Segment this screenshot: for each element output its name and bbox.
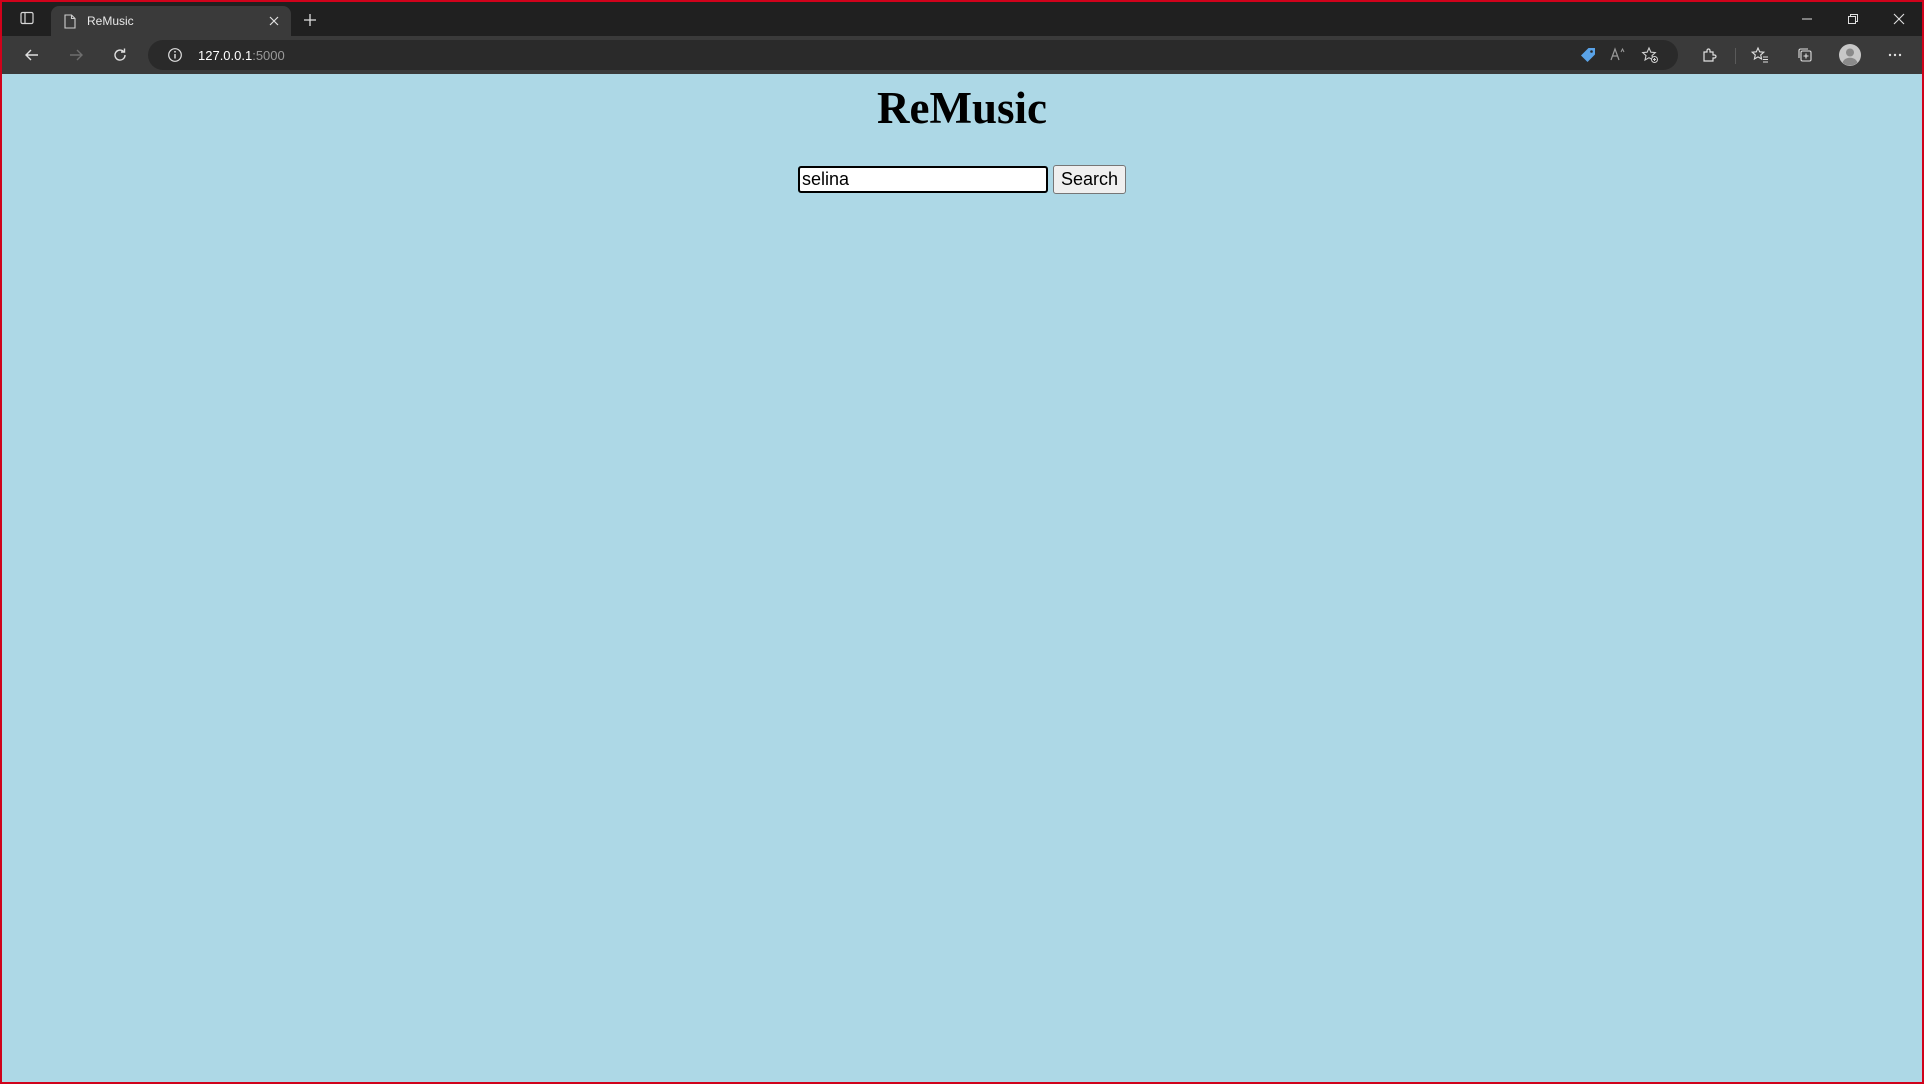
new-tab-button[interactable]	[298, 8, 322, 32]
tab-actions-button[interactable]	[12, 7, 42, 33]
page-title: ReMusic	[877, 83, 1047, 133]
tab-active[interactable]: ReMusic	[51, 6, 291, 36]
search-form: Search	[798, 164, 1127, 194]
coupon-tag-icon[interactable]	[1575, 42, 1601, 68]
more-icon	[1888, 53, 1902, 57]
tab-title: ReMusic	[87, 14, 134, 28]
close-icon	[269, 16, 279, 26]
browser-window: ReMusic 127.0.0.1:5000 ReMusic selina Se…	[0, 0, 1924, 1084]
profile-icon	[1839, 44, 1861, 66]
plus-icon	[304, 14, 316, 26]
collections-icon	[1798, 48, 1812, 62]
tab-close-button[interactable]	[263, 10, 285, 32]
minimize-icon	[1802, 18, 1812, 20]
minimize-button[interactable]	[1784, 2, 1830, 36]
tab-actions-icon	[19, 10, 35, 31]
page-icon	[63, 13, 77, 29]
close-window-icon	[1893, 13, 1905, 25]
favorites-button[interactable]	[1745, 41, 1775, 69]
browser-toolbar: 127.0.0.1:5000	[2, 36, 1922, 74]
restore-icon	[1848, 14, 1858, 24]
extensions-icon	[1703, 48, 1717, 62]
url-text: 127.0.0.1:5000	[198, 48, 285, 63]
refresh-button[interactable]	[105, 41, 135, 69]
collections-button[interactable]	[1790, 41, 1820, 69]
search-input[interactable]	[798, 165, 1048, 193]
toolbar-separator	[1735, 48, 1736, 64]
address-bar[interactable]: 127.0.0.1:5000	[148, 40, 1678, 70]
restore-button[interactable]	[1830, 2, 1876, 36]
search-button[interactable]: Search	[1053, 164, 1127, 194]
info-icon[interactable]	[166, 46, 184, 64]
url-host: 127.0.0.1	[198, 47, 253, 63]
favorites-icon	[1751, 46, 1768, 63]
url-port: :5000	[252, 47, 285, 63]
add-favorite-icon[interactable]	[1637, 42, 1663, 68]
read-aloud-icon[interactable]	[1605, 42, 1631, 68]
back-button[interactable]	[17, 41, 47, 69]
tab-strip: ReMusic	[2, 2, 1922, 36]
back-icon	[25, 49, 38, 61]
profile-button[interactable]	[1835, 41, 1865, 69]
page-viewport: ReMusic Search	[2, 74, 1922, 1082]
close-window-button[interactable]	[1876, 2, 1922, 36]
window-controls	[1784, 2, 1922, 36]
extensions-button[interactable]	[1695, 41, 1725, 69]
forward-icon	[70, 49, 83, 61]
refresh-icon	[114, 48, 126, 61]
forward-button[interactable]	[61, 41, 91, 69]
more-button[interactable]	[1880, 41, 1910, 69]
